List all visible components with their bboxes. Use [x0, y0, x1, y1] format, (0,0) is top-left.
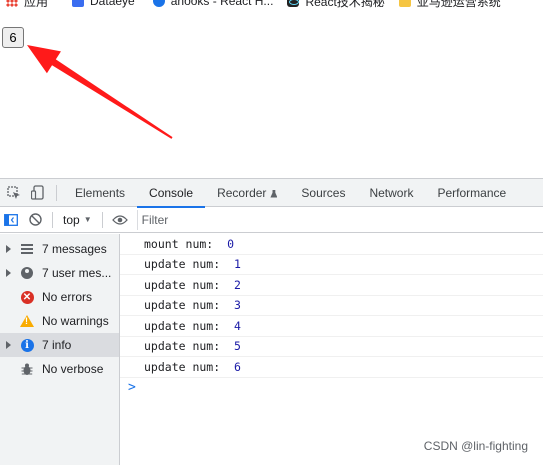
- sidebar-item-label: 7 user mes...: [42, 266, 112, 280]
- watermark: CSDN @lin-fighting: [423, 439, 528, 453]
- error-icon: ✕: [20, 290, 34, 304]
- show-sidebar-icon[interactable]: [0, 207, 22, 233]
- sidebar-item-label: No warnings: [42, 314, 109, 328]
- console-log-row[interactable]: update num: 4: [120, 316, 543, 337]
- bookmark-ahooks[interactable]: ahooks - React H...: [152, 0, 274, 8]
- bookmark-react[interactable]: React技术揭秘: [287, 0, 385, 10]
- live-expression-eye-icon[interactable]: [107, 207, 133, 233]
- console-prompt[interactable]: >: [120, 378, 543, 398]
- sidebar-item-label: No errors: [42, 290, 93, 304]
- annotation-arrow-top-shape: [27, 45, 173, 139]
- counter-button[interactable]: 6: [2, 27, 24, 48]
- console-log-row[interactable]: update num: 3: [120, 296, 543, 316]
- console-log-row[interactable]: update num: 5: [120, 337, 543, 357]
- bookmark-label: Dataeye: [90, 0, 135, 8]
- log-value: 5: [234, 339, 241, 354]
- console-log-row[interactable]: update num: 1: [120, 255, 543, 275]
- log-value: 2: [234, 277, 241, 292]
- sidebar-item-warnings[interactable]: No warnings: [0, 309, 119, 333]
- log-text: update num:: [144, 359, 235, 374]
- tab-sources[interactable]: Sources: [289, 179, 357, 207]
- bookmark-label: 亚马逊运营系统: [416, 0, 501, 9]
- bookmark-label: React技术揭秘: [305, 0, 385, 9]
- log-text: update num:: [144, 298, 235, 313]
- tab-performance[interactable]: Performance: [425, 179, 518, 207]
- bookmark-label: ahooks - React H...: [170, 0, 274, 8]
- dropdown-caret-icon: ▼: [83, 215, 92, 224]
- tab-recorder[interactable]: Recorder: [205, 179, 289, 207]
- tab-recorder-label: Recorder: [217, 185, 267, 200]
- tab-elements[interactable]: Elements: [63, 179, 137, 207]
- user-icon: [20, 266, 34, 280]
- sidebar-item-user-messages[interactable]: 7 user mes...: [0, 261, 119, 285]
- log-text: mount num:: [144, 236, 228, 251]
- sidebar-item-label: No verbose: [42, 362, 104, 376]
- log-value: 3: [234, 298, 241, 313]
- tab-network[interactable]: Network: [357, 179, 425, 207]
- verbose-bug-icon: [20, 362, 34, 376]
- bookmark-label: 应用: [24, 0, 49, 9]
- console-sidebar: 7 messages 7 user mes... ✕ No errors No …: [0, 234, 120, 465]
- log-value: 4: [234, 318, 241, 333]
- console-log-area: mount num: 0 update num: 1 update num: 2…: [120, 234, 543, 465]
- amazon-icon: [398, 0, 411, 7]
- list-icon: [20, 242, 34, 256]
- tab-console[interactable]: Console: [137, 179, 206, 208]
- console-toolbar: top ▼ Filter: [0, 207, 543, 233]
- sidebar-item-errors[interactable]: ✕ No errors: [0, 285, 119, 309]
- devtools-panel: Elements Console Recorder Sources Networ…: [0, 178, 543, 465]
- react-icon: [287, 0, 300, 7]
- experiment-flask-icon: [270, 189, 278, 198]
- dataeye-icon: [72, 0, 85, 7]
- sidebar-item-messages[interactable]: 7 messages: [0, 237, 119, 261]
- sidebar-item-info[interactable]: i 7 info: [0, 333, 119, 357]
- toolbar-divider: [52, 211, 53, 228]
- log-text: update num:: [144, 257, 235, 272]
- clear-console-icon[interactable]: [22, 207, 48, 233]
- inspect-element-icon[interactable]: [0, 179, 28, 207]
- expand-triangle-icon[interactable]: [0, 269, 16, 277]
- console-area: 7 messages 7 user mes... ✕ No errors No …: [0, 234, 543, 465]
- expand-triangle-icon[interactable]: [0, 341, 16, 349]
- tab-divider: [56, 184, 57, 201]
- devtools-tab-bar: Elements Console Recorder Sources Networ…: [0, 179, 543, 208]
- sidebar-item-label: 7 info: [42, 338, 72, 352]
- info-icon: i: [20, 338, 34, 352]
- bookmark-apps[interactable]: 应用: [6, 0, 48, 10]
- console-log-row[interactable]: update num: 2: [120, 275, 543, 296]
- log-value: 1: [234, 257, 241, 272]
- toolbar-divider: [101, 211, 103, 228]
- bookmark-dataeye[interactable]: Dataeye: [72, 0, 135, 8]
- log-text: update num:: [144, 277, 235, 292]
- prompt-chevron-icon: >: [128, 380, 136, 395]
- context-selector-value: top: [63, 212, 80, 227]
- log-text: update num:: [144, 339, 235, 354]
- context-selector[interactable]: top ▼: [57, 213, 98, 227]
- log-text: update num:: [144, 318, 235, 333]
- bookmarks-bar: 应用 Dataeye ahooks - React H... React技术揭秘…: [0, 0, 543, 11]
- log-value: 6: [234, 359, 241, 374]
- expand-triangle-icon[interactable]: [0, 245, 16, 253]
- bookmark-amazon[interactable]: 亚马逊运营系统: [398, 0, 501, 10]
- apps-grid-icon: [6, 0, 18, 7]
- log-value: 0: [227, 236, 235, 251]
- console-log-row[interactable]: mount num: 0: [120, 234, 543, 255]
- sidebar-item-verbose[interactable]: No verbose: [0, 357, 119, 381]
- ahooks-icon: [152, 0, 165, 7]
- console-filter-input[interactable]: Filter: [136, 209, 543, 230]
- warning-icon: [20, 314, 34, 328]
- device-toolbar-icon[interactable]: [28, 179, 48, 207]
- console-log-row[interactable]: update num: 6: [120, 357, 543, 378]
- sidebar-item-label: 7 messages: [42, 242, 107, 256]
